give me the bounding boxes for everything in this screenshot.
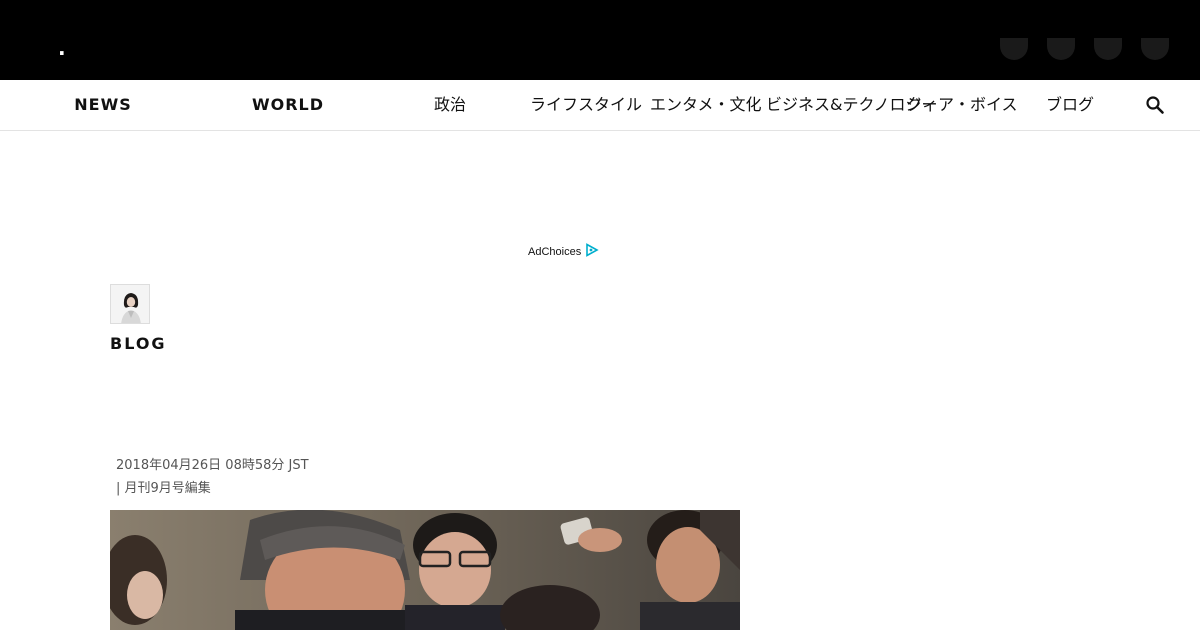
social-icon-1[interactable] [1000, 38, 1028, 60]
site-logo[interactable]: . [58, 38, 66, 58]
nav-blog[interactable]: ブログ [1046, 80, 1094, 130]
social-icon-4[interactable] [1141, 38, 1169, 60]
nav-news[interactable]: NEWS [68, 80, 138, 130]
nav-entertainment[interactable]: エンタメ・文化 [650, 80, 762, 130]
article-date: 2018年04月26日 08時58分 JST [116, 458, 309, 473]
blogger-avatar[interactable] [110, 284, 150, 324]
nav-queer-voices[interactable]: クィア・ボイス [906, 80, 1018, 130]
adchoices-label: AdChoices [528, 245, 582, 258]
nav-business-tech[interactable]: ビジネス&テクノロジー [766, 80, 938, 130]
main-navigation: NEWS WORLD 政治 ライフスタイル エンタメ・文化 ビジネス&テクノロジ… [0, 80, 1200, 131]
blog-label[interactable]: BLOG [110, 334, 167, 353]
nav-politics[interactable]: 政治 [430, 80, 470, 130]
top-header-bar: . [0, 0, 1200, 80]
search-icon[interactable] [1144, 94, 1166, 116]
adchoices-link[interactable]: AdChoices [528, 243, 599, 260]
social-icon-3[interactable] [1094, 38, 1122, 60]
article-photo [110, 510, 740, 630]
nav-lifestyle[interactable]: ライフスタイル [530, 80, 642, 130]
social-icon-2[interactable] [1047, 38, 1075, 60]
adchoices-icon [585, 243, 599, 260]
nav-world[interactable]: WORLD [246, 80, 330, 130]
article-author[interactable]: | 月刊9月号編集 [116, 477, 211, 496]
